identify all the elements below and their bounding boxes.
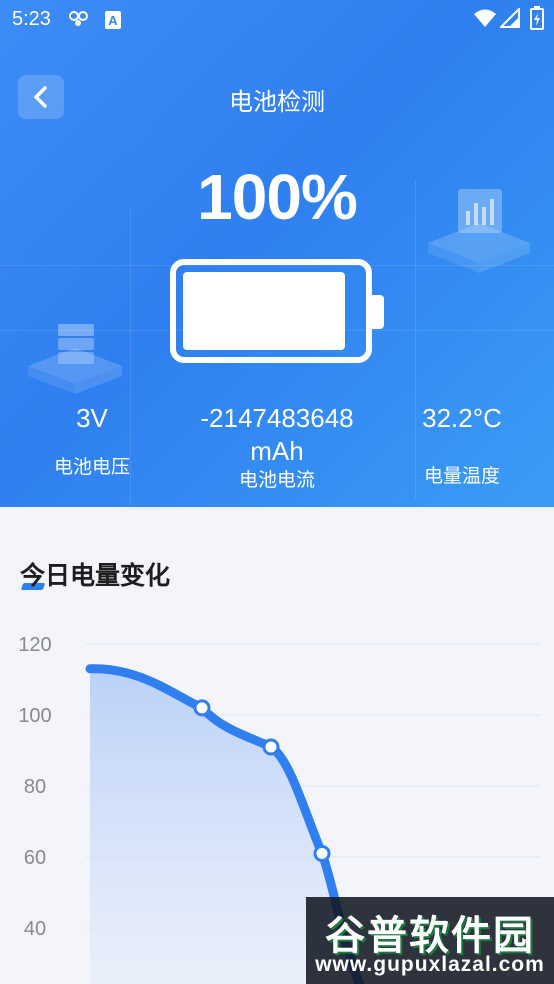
data-point[interactable] (193, 699, 211, 717)
watermark-url: www.gupuxlazal.com (315, 953, 545, 976)
notification-icon (68, 10, 90, 32)
temperature-label: 电量温度 (423, 465, 500, 487)
y-tick-label: 100 (18, 705, 51, 727)
page-title: 电池检测 (229, 88, 325, 116)
y-tick-label: 120 (18, 634, 51, 656)
temperature-stat: 32.2°C 电量温度 (392, 403, 532, 488)
voltage-stat: 3V 电池电压 (22, 403, 162, 479)
y-tick-label: 60 (24, 847, 46, 869)
wifi-icon (474, 8, 496, 32)
temperature-value: 32.2°C (422, 403, 502, 433)
section-title: 今日电量变化 (20, 561, 171, 590)
battery-cap (372, 295, 384, 329)
battery-level-fill (183, 272, 345, 350)
y-tick-label: 80 (24, 776, 46, 798)
signal-icon (498, 6, 520, 32)
current-label: 电池电流 (238, 469, 315, 491)
watermark-logo: 谷普软件园 www.gupuxlazal.com (306, 897, 554, 984)
server-decoration (28, 324, 122, 394)
voltage-value: 3V (76, 403, 108, 433)
svg-text:A: A (108, 13, 118, 28)
status-bar: 5:23 A (0, 0, 554, 40)
battery-status-icon (530, 6, 544, 34)
battery-percent: 100% (197, 161, 358, 233)
current-value: -2147483648 (200, 403, 354, 433)
current-stat: -2147483648 mAh 电池电流 (166, 403, 388, 492)
status-time: 5:23 (12, 8, 51, 30)
battery-graphic (170, 259, 372, 363)
y-tick-label: 40 (24, 918, 46, 940)
voltage-label: 电池电压 (53, 456, 130, 478)
data-point[interactable] (313, 844, 331, 862)
text-a-icon: A (104, 10, 122, 34)
current-unit: mAh (250, 436, 304, 466)
data-point[interactable] (262, 738, 280, 756)
